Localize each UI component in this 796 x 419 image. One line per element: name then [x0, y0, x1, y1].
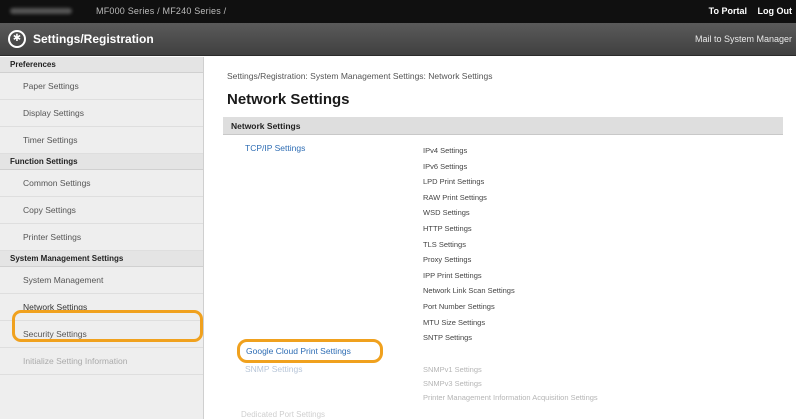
sidebar-item-system-management[interactable]: System Management — [0, 267, 203, 294]
sidebar-item-initialize-settings[interactable]: Initialize Setting Information — [0, 348, 203, 375]
top-bar: MF000 Series / MF240 Series / To Portal … — [0, 0, 796, 23]
google-cloud-print-settings-link[interactable]: Google Cloud Print Settings — [246, 346, 351, 356]
list-item: TLS Settings — [423, 239, 466, 249]
snmp-settings-link[interactable]: SNMP Settings — [245, 364, 302, 374]
section-title: Network Settings — [231, 121, 301, 131]
section-header: Network Settings — [223, 117, 783, 135]
sidebar-item-copy-settings[interactable]: Copy Settings — [0, 197, 203, 224]
snmp-settings-list: SNMPv1 Settings SNMPv3 Settings Printer … — [423, 363, 598, 405]
sidebar-item-paper-settings[interactable]: Paper Settings — [0, 73, 203, 100]
sidebar-item-timer-settings[interactable]: Timer Settings — [0, 127, 203, 154]
list-item: SNTP Settings — [423, 333, 473, 343]
breadcrumb: Settings/Registration: System Management… — [227, 71, 493, 81]
log-out-link[interactable]: Log Out — [758, 6, 793, 16]
to-portal-link[interactable]: To Portal — [709, 6, 747, 16]
list-item: IPP Print Settings — [423, 270, 482, 280]
mail-to-system-manager-link[interactable]: Mail to System Manager — [695, 34, 792, 44]
list-item: Proxy Settings — [423, 255, 472, 265]
sidebar-item-printer-settings[interactable]: Printer Settings — [0, 224, 203, 251]
page-title: Network Settings — [227, 91, 350, 108]
list-item: IPv6 Settings — [423, 161, 468, 171]
list-item: LPD Print Settings — [423, 177, 485, 187]
list-item: SNMPv1 Settings — [423, 365, 482, 374]
list-item: MTU Size Settings — [423, 317, 486, 327]
title-bar: ✱ Settings/Registration Mail to System M… — [0, 23, 796, 56]
top-links: To Portal Log Out — [701, 6, 792, 16]
sidebar: Preferences Paper Settings Display Setti… — [0, 57, 204, 419]
list-item: Port Number Settings — [423, 301, 495, 311]
sidebar-heading-preferences: Preferences — [0, 57, 203, 73]
settings-logo-icon: ✱ — [8, 30, 26, 48]
list-item: SNMPv3 Settings — [423, 379, 482, 388]
sidebar-heading-system: System Management Settings — [0, 251, 203, 267]
device-name-blurred — [10, 8, 72, 14]
list-item: HTTP Settings — [423, 223, 472, 233]
google-cloud-print-highlight: Google Cloud Print Settings — [237, 339, 383, 363]
model-name: MF000 Series / MF240 Series / — [96, 6, 227, 16]
sidebar-item-common-settings[interactable]: Common Settings — [0, 170, 203, 197]
network-settings-highlight — [12, 310, 203, 342]
main-content: Settings/Registration: System Management… — [205, 57, 796, 419]
list-item: Printer Management Information Acquisiti… — [423, 393, 598, 402]
page-header-title: Settings/Registration — [33, 32, 154, 46]
list-item: WSD Settings — [423, 208, 470, 218]
sidebar-heading-function: Function Settings — [0, 154, 203, 170]
list-item: IPv4 Settings — [423, 146, 468, 155]
tcpip-settings-link[interactable]: TCP/IP Settings — [245, 143, 305, 153]
sidebar-item-display-settings[interactable]: Display Settings — [0, 100, 203, 127]
list-item: RAW Print Settings — [423, 192, 487, 202]
dedicated-port-settings-link[interactable]: Dedicated Port Settings — [241, 410, 325, 419]
tcpip-settings-list: IPv4 Settings IPv6 Settings LPD Print Se… — [423, 143, 515, 346]
list-item: Network Link Scan Settings — [423, 286, 515, 296]
